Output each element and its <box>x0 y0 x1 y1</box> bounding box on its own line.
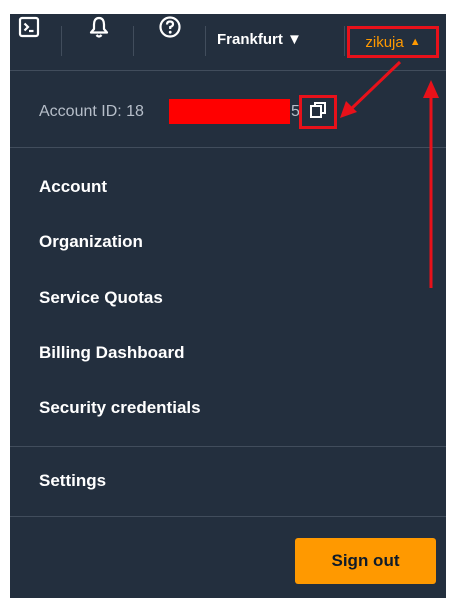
footer-divider <box>10 516 446 517</box>
caret-up-icon: ▲ <box>409 36 421 48</box>
menu-item-organization[interactable]: Organization <box>39 232 143 252</box>
topbar-separator <box>205 26 206 56</box>
topbar-separator <box>133 26 134 56</box>
menu-section-divider <box>10 446 446 447</box>
help-circle-icon[interactable] <box>157 14 183 40</box>
redaction-box <box>169 99 290 124</box>
region-selector[interactable]: Frankfurt ▼ <box>217 31 302 48</box>
account-id-label: Account ID: 18 <box>39 103 144 120</box>
bell-icon[interactable] <box>86 14 112 40</box>
copy-icon <box>308 100 328 125</box>
menu-item-security-credentials[interactable]: Security credentials <box>39 398 201 418</box>
terminal-icon[interactable] <box>16 14 42 40</box>
topbar-separator <box>344 26 345 56</box>
sign-out-button[interactable]: Sign out <box>295 538 436 584</box>
account-section-divider <box>10 147 446 148</box>
topbar-bottom-divider <box>10 70 446 71</box>
menu-item-billing-dashboard[interactable]: Billing Dashboard <box>39 343 184 363</box>
user-menu-button[interactable]: zikuja ▲ <box>347 26 439 58</box>
username-label: zikuja <box>365 33 404 51</box>
menu-item-settings[interactable]: Settings <box>39 471 106 491</box>
topbar-separator <box>61 26 62 56</box>
copy-account-id-button[interactable] <box>299 95 337 129</box>
menu-item-service-quotas[interactable]: Service Quotas <box>39 288 163 308</box>
menu-item-account[interactable]: Account <box>39 177 107 197</box>
